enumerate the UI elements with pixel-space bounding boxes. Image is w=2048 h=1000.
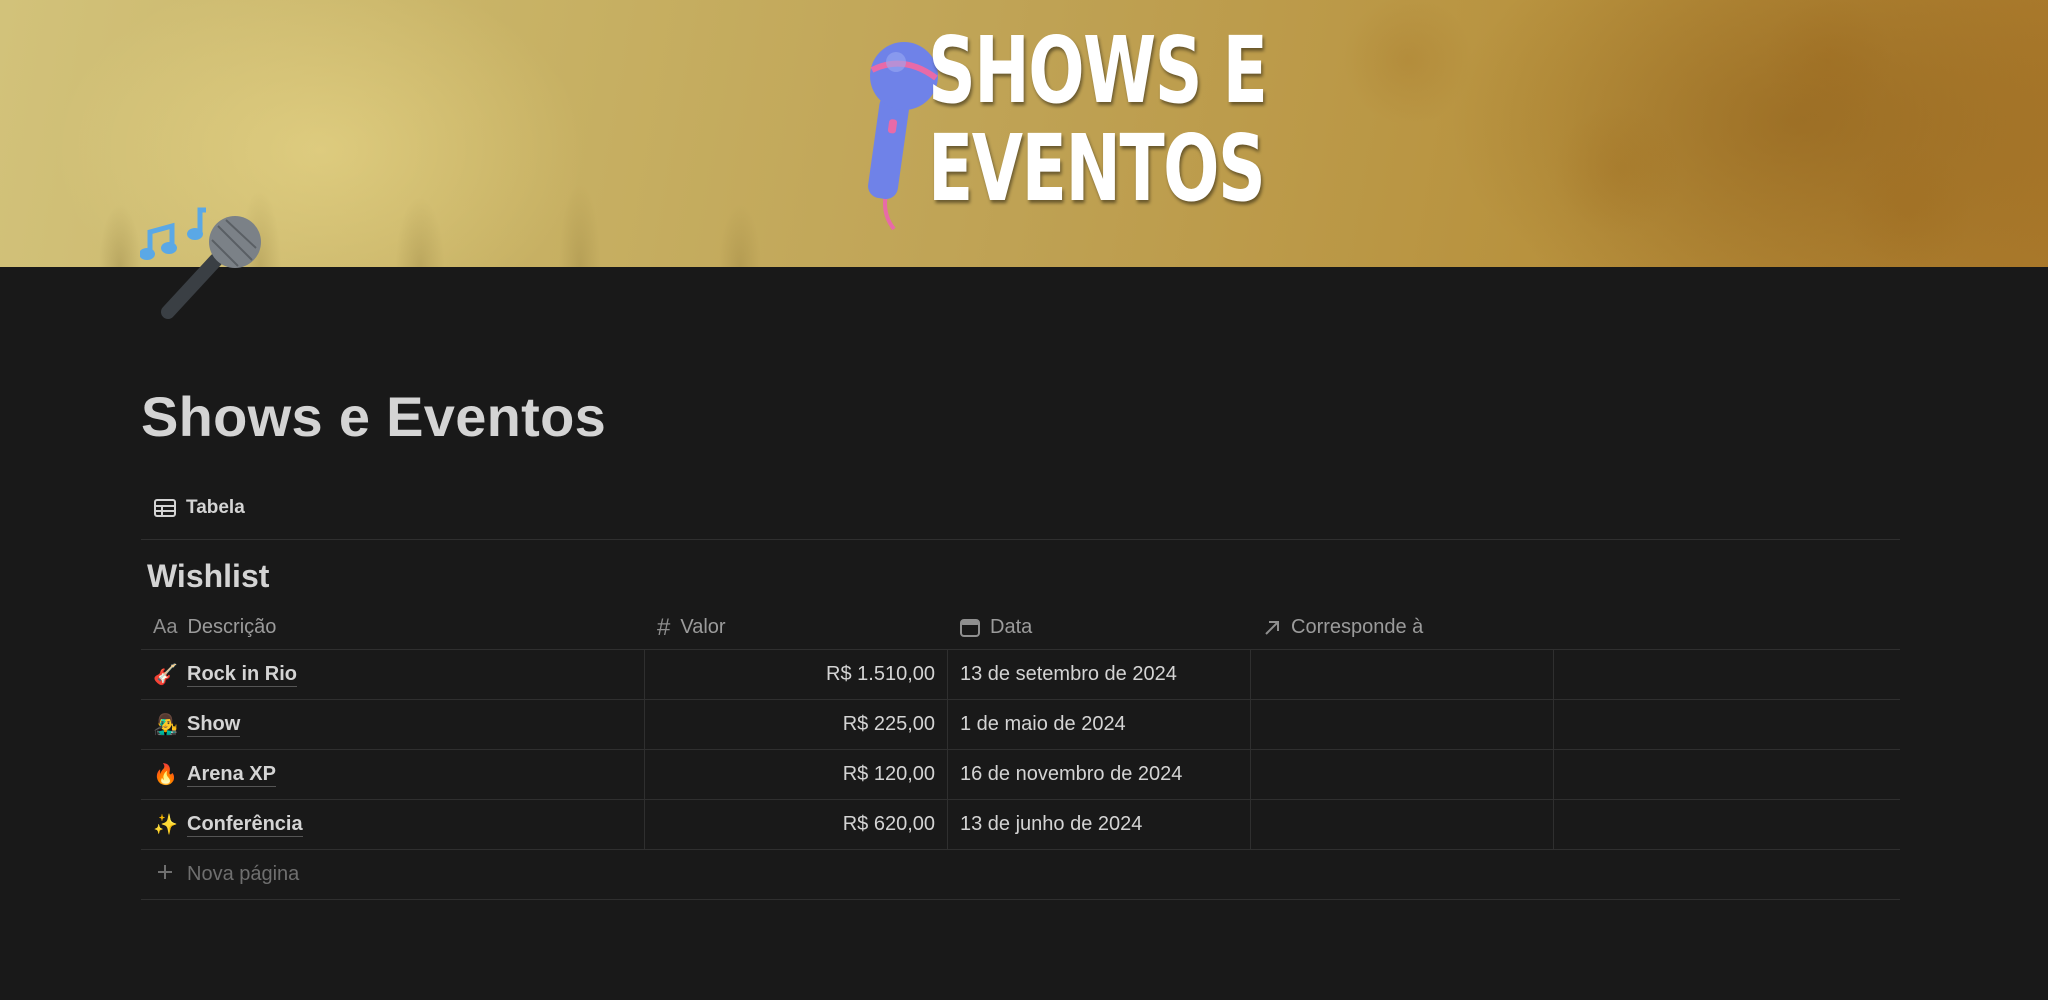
table-row[interactable]: 🎸 Rock in Rio R$ 1.510,00 13 de setembro… [141,650,1900,700]
row-title[interactable]: Show [187,713,241,737]
cell-descricao[interactable]: 🔥 Arena XP [141,750,645,799]
tab-label: Tabela [186,497,245,518]
cell-data[interactable]: 13 de junho de 2024 [948,800,1251,849]
cell-descricao[interactable]: 🎸 Rock in Rio [141,650,645,699]
table-row[interactable]: ✨ Conferência R$ 620,00 13 de junho de 2… [141,800,1900,850]
sparkles-icon: ✨ [153,814,178,836]
column-header-empty [1554,606,1900,649]
arrow-up-right-icon [1263,619,1281,637]
column-header-corresponde[interactable]: Corresponde à [1251,606,1554,649]
page-title[interactable]: Shows e Eventos [141,384,606,449]
view-divider [141,539,1900,540]
row-title[interactable]: Arena XP [187,763,276,787]
row-title[interactable]: Conferência [187,813,303,837]
cell-data[interactable]: 1 de maio de 2024 [948,700,1251,749]
cell-corresponde[interactable] [1251,650,1554,699]
column-header-descricao[interactable]: Aa Descrição [141,606,645,649]
microphone-music-notes-icon[interactable] [140,202,270,322]
cover-pattern [1288,0,1988,267]
table-header-row: Aa Descrição # Valor Data Corresponde à [141,606,1900,650]
cover-image[interactable]: SHOWS E EVENTOS [0,0,2048,267]
cell-valor[interactable]: R$ 225,00 [645,700,948,749]
cell-data[interactable]: 13 de setembro de 2024 [948,650,1251,699]
new-page-label: Nova página [187,863,300,885]
cell-descricao[interactable]: ✨ Conferência [141,800,645,849]
cell-valor[interactable]: R$ 620,00 [645,800,948,849]
new-page-button[interactable]: Nova página [141,850,1900,900]
cell-valor[interactable]: R$ 120,00 [645,750,948,799]
database-title[interactable]: Wishlist [147,558,269,595]
table-icon [154,499,176,517]
database-table: Aa Descrição # Valor Data Corresponde à [141,606,1900,900]
guitar-icon: 🎸 [153,664,178,686]
column-header-data[interactable]: Data [948,606,1251,649]
cover-title: SHOWS E EVENTOS [928,17,1268,222]
cover-crowd-silhouette [0,67,900,267]
calendar-icon [960,618,980,638]
cell-empty [1554,750,1900,799]
table-row[interactable]: 🔥 Arena XP R$ 120,00 16 de novembro de 2… [141,750,1900,800]
table-row[interactable]: 👨‍🎤 Show R$ 225,00 1 de maio de 2024 [141,700,1900,750]
cell-descricao[interactable]: 👨‍🎤 Show [141,700,645,749]
cell-valor[interactable]: R$ 1.510,00 [645,650,948,699]
column-header-valor[interactable]: # Valor [645,606,948,649]
plus-icon [157,863,173,886]
singer-icon: 👨‍🎤 [153,714,178,736]
fire-icon: 🔥 [153,764,178,786]
text-type-icon: Aa [153,616,178,638]
row-title[interactable]: Rock in Rio [187,663,298,687]
cell-corresponde[interactable] [1251,750,1554,799]
number-icon: # [657,613,671,641]
cell-empty [1554,800,1900,849]
tab-tabela[interactable]: Tabela [154,493,245,523]
cell-empty [1554,700,1900,749]
cell-corresponde[interactable] [1251,700,1554,749]
cell-empty [1554,650,1900,699]
cell-data[interactable]: 16 de novembro de 2024 [948,750,1251,799]
cell-corresponde[interactable] [1251,800,1554,849]
